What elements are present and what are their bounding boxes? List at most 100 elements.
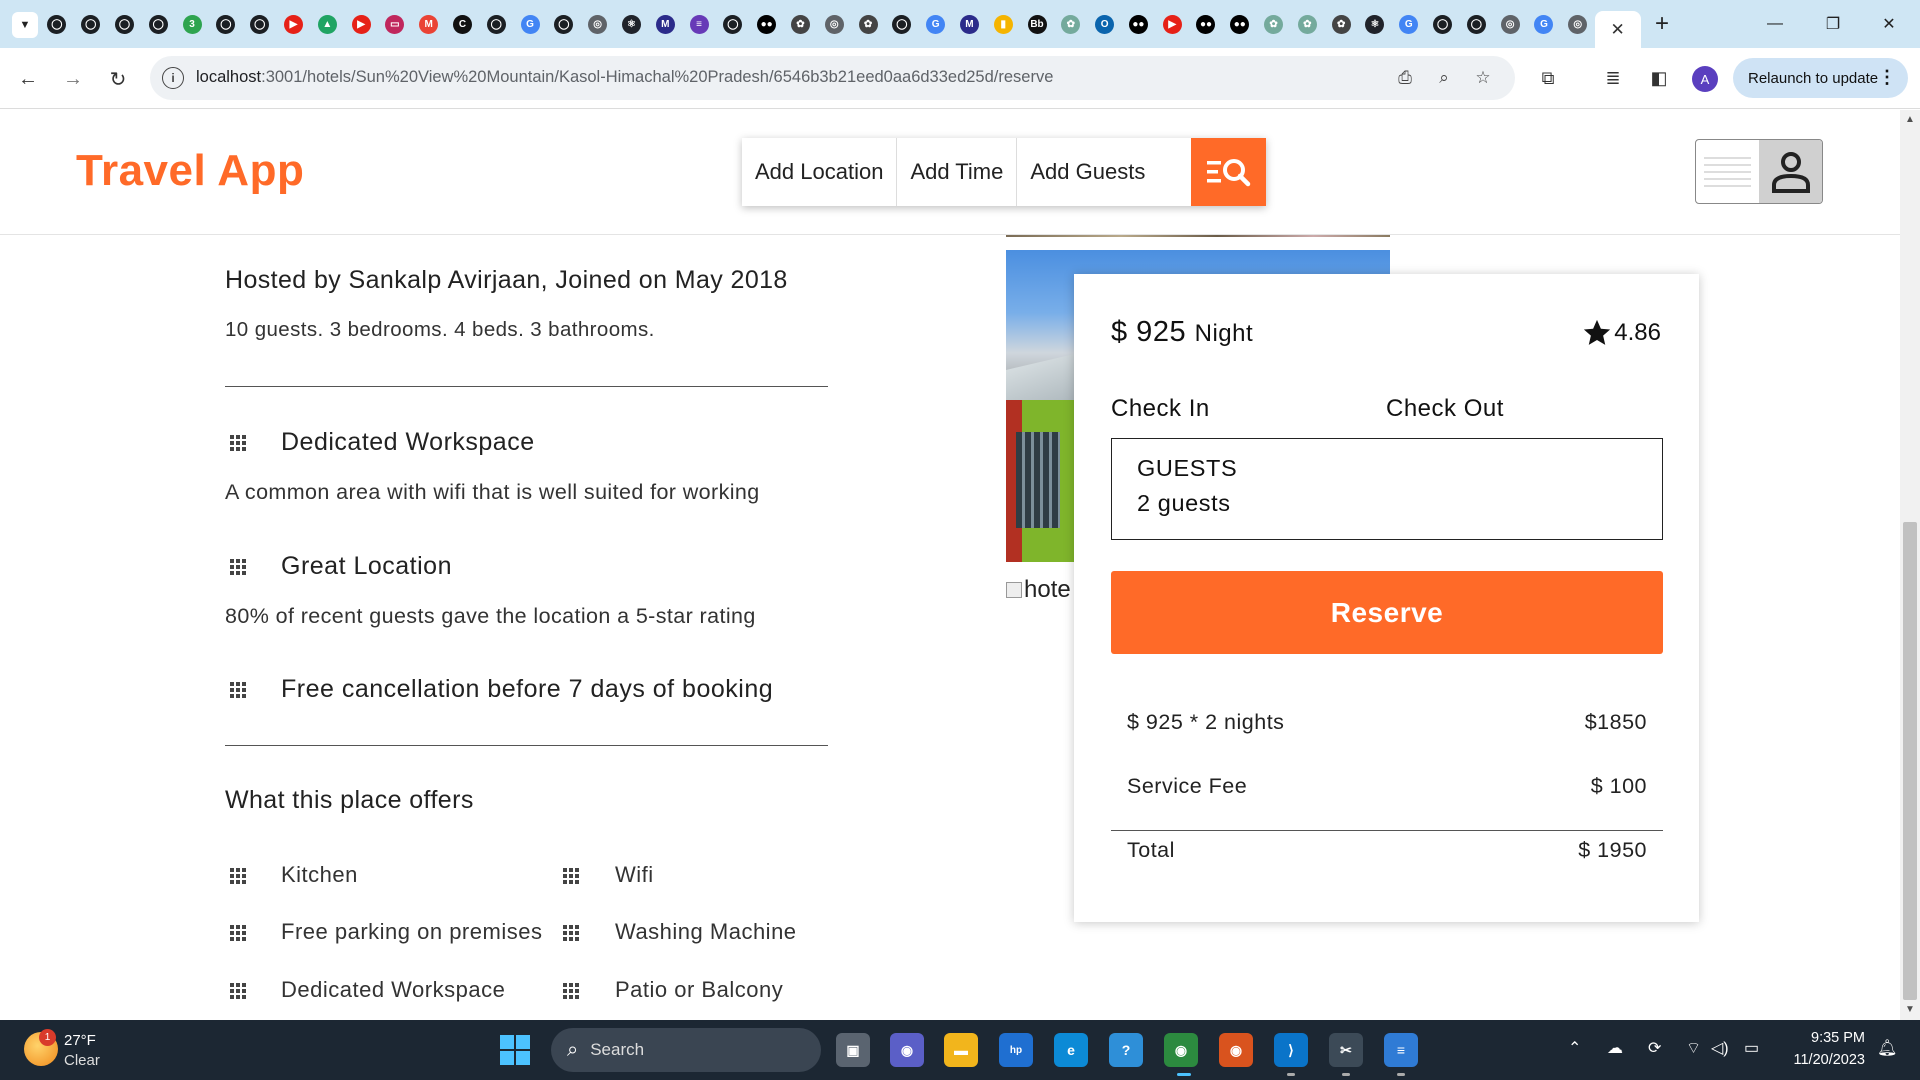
scroll-down-arrow[interactable]: ▼ — [1905, 1004, 1915, 1015]
browser-tab[interactable]: ◯ — [209, 11, 243, 37]
close-window-button[interactable]: ✕ — [1866, 10, 1912, 38]
notifications-icon[interactable]: 🔔︎ — [1877, 1038, 1897, 1058]
chevron-up-icon[interactable]: ⌃ — [1568, 1038, 1581, 1058]
browser-tab[interactable]: ◯ — [243, 11, 277, 37]
profile-avatar[interactable]: A — [1692, 66, 1718, 92]
browser-tab[interactable]: ✿ — [784, 11, 818, 37]
onedrive-icon[interactable]: ☁ — [1607, 1038, 1623, 1058]
vscode-icon[interactable]: ⟩ — [1274, 1033, 1308, 1067]
browser-tab[interactable]: ▮ — [986, 11, 1020, 37]
site-info-icon[interactable]: i — [162, 67, 184, 89]
browser-tab[interactable]: ✿ — [851, 11, 885, 37]
forward-button[interactable]: → — [58, 64, 88, 94]
browser-tab[interactable]: M — [412, 11, 446, 37]
task-view-icon[interactable]: ▣ — [836, 1033, 870, 1067]
reserve-button[interactable]: Reserve — [1111, 571, 1663, 654]
browser-tab[interactable]: G — [1527, 11, 1561, 37]
edge-icon[interactable]: e — [1054, 1033, 1088, 1067]
browser-tab[interactable]: ⚛ — [615, 11, 649, 37]
kebab-menu-icon[interactable]: ⋮ — [1878, 67, 1896, 88]
url-text[interactable]: localhost:3001/hotels/Sun%20View%20Mount… — [196, 68, 1053, 87]
address-bar[interactable]: i localhost:3001/hotels/Sun%20View%20Mou… — [150, 56, 1515, 100]
browser-tab[interactable]: ▶ — [1155, 11, 1189, 37]
browser-tab[interactable]: ▶ — [277, 11, 311, 37]
chrome-icon[interactable]: ◉ — [1164, 1033, 1198, 1067]
snipping-tool-icon[interactable]: ✂ — [1329, 1033, 1363, 1067]
browser-tab[interactable]: G — [513, 11, 547, 37]
browser-tab[interactable]: Bb — [1020, 11, 1054, 37]
browser-tab[interactable]: ≡ — [682, 11, 716, 37]
check-in-field[interactable]: Check In — [1111, 395, 1210, 423]
browser-tab[interactable]: G — [919, 11, 953, 37]
relaunch-button[interactable]: Relaunch to update ⋮ — [1733, 58, 1908, 98]
browser-tab[interactable]: ⚛ — [1358, 11, 1392, 37]
browser-tab[interactable]: ●● — [1223, 11, 1257, 37]
browser-tab[interactable]: ◎ — [581, 11, 615, 37]
app-logo[interactable]: Travel App — [76, 146, 304, 196]
scrollbar-thumb[interactable] — [1903, 522, 1917, 1000]
add-guests-field[interactable]: Add Guests — [1017, 138, 1158, 206]
browser-tab[interactable]: ◯ — [885, 11, 919, 37]
taskbar-search[interactable]: ⌕ Search — [551, 1028, 821, 1072]
browser-tab[interactable]: 3 — [175, 11, 209, 37]
browser-tab[interactable]: ✿ — [1257, 11, 1291, 37]
sync-icon[interactable]: ⟳ — [1648, 1038, 1661, 1058]
weather-temperature[interactable]: 27°F — [64, 1032, 96, 1049]
browser-tab[interactable]: ◯ — [547, 11, 581, 37]
wifi-icon[interactable]: ⌔ — [1686, 1038, 1701, 1058]
browser-tab[interactable]: C — [446, 11, 480, 37]
user-menu-button[interactable] — [1695, 139, 1823, 204]
browser-tab[interactable]: ◎ — [817, 11, 851, 37]
browser-tab[interactable]: ◎ — [1561, 11, 1595, 37]
reload-button[interactable]: ↻ — [103, 64, 133, 94]
browser-tab[interactable]: ◯ — [74, 11, 108, 37]
clock-time[interactable]: 9:35 PM — [1793, 1030, 1865, 1046]
browser-tab[interactable]: ◯ — [40, 11, 74, 37]
close-tab-icon[interactable]: ✕ — [1611, 20, 1625, 40]
battery-icon[interactable]: ▭ — [1744, 1038, 1759, 1058]
browser-tab[interactable]: ✿ — [1054, 11, 1088, 37]
side-panel-icon[interactable]: ◧ — [1645, 64, 1673, 92]
back-button[interactable]: ← — [13, 64, 43, 94]
browser-tab[interactable]: ▭ — [378, 11, 412, 37]
browser-tab[interactable]: ◯ — [716, 11, 750, 37]
browser-tab[interactable]: ◯ — [141, 11, 175, 37]
tab-search-button[interactable]: ▼ — [12, 12, 38, 38]
browser-tab[interactable]: ◎ — [1493, 11, 1527, 37]
volume-icon[interactable]: ◁) — [1711, 1038, 1729, 1058]
install-app-icon[interactable]: ⎙ — [1393, 66, 1417, 90]
browser-tab[interactable]: ✿ — [1324, 11, 1358, 37]
browser-tab[interactable]: ✿ — [1290, 11, 1324, 37]
browser-tab[interactable]: ◯ — [108, 11, 142, 37]
myhp-icon[interactable]: hp — [999, 1033, 1033, 1067]
add-location-field[interactable]: Add Location — [742, 138, 898, 206]
browser-tab[interactable]: ●● — [1189, 11, 1223, 37]
clock-date[interactable]: 11/20/2023 — [1780, 1052, 1866, 1068]
browser-tab[interactable]: ●● — [750, 11, 784, 37]
minimize-button[interactable]: — — [1752, 10, 1798, 38]
help-icon[interactable]: ? — [1109, 1033, 1143, 1067]
zoom-icon[interactable]: ⌕ — [1432, 66, 1456, 90]
browser-tab[interactable]: M — [648, 11, 682, 37]
scroll-up-arrow[interactable]: ▲ — [1905, 114, 1915, 125]
add-time-field[interactable]: Add Time — [897, 138, 1018, 206]
restore-button[interactable]: ❐ — [1810, 10, 1856, 38]
notepad-icon[interactable]: ≡ — [1384, 1033, 1418, 1067]
browser-tab[interactable]: M — [953, 11, 987, 37]
browser-tab[interactable]: ▶ — [344, 11, 378, 37]
browser-tab[interactable]: ◯ — [1426, 11, 1460, 37]
browser-tab[interactable]: ●● — [1122, 11, 1156, 37]
browser-tab[interactable]: O — [1088, 11, 1122, 37]
weather-condition[interactable]: Clear — [64, 1052, 100, 1069]
teams-icon[interactable]: ◉ — [890, 1033, 924, 1067]
browser-tab[interactable]: ◯ — [1459, 11, 1493, 37]
browser-tab[interactable]: G — [1392, 11, 1426, 37]
media-control-icon[interactable]: ≣ — [1599, 64, 1627, 92]
new-tab-button[interactable]: + — [1648, 10, 1676, 38]
browser-tab[interactable]: ◯ — [479, 11, 513, 37]
search-button[interactable] — [1191, 138, 1266, 206]
extensions-icon[interactable]: ⧉ — [1534, 64, 1562, 92]
bookmark-star-icon[interactable]: ☆ — [1471, 66, 1495, 90]
check-out-field[interactable]: Check Out — [1386, 395, 1504, 423]
active-browser-tab[interactable]: ✕ — [1594, 11, 1641, 49]
